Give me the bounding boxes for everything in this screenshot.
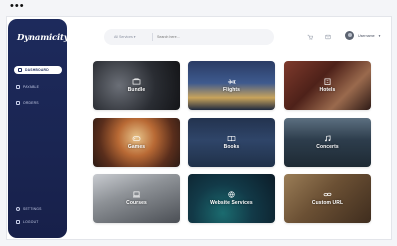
app-logo: Dynamicity <box>17 33 69 43</box>
service-filter-value: All Services <box>114 35 133 39</box>
card-label: Concerts <box>316 144 339 150</box>
category-card-bundle[interactable]: Bundle <box>93 61 180 110</box>
link-icon <box>323 192 332 197</box>
sidebar-item-label: ORDERS <box>23 101 39 105</box>
card-label: Bundle <box>127 87 146 93</box>
sidebar-item-orders[interactable]: ORDERS <box>16 99 62 107</box>
plane-icon <box>227 79 236 85</box>
card-label: Hotels <box>319 87 336 93</box>
card-label: Flights <box>222 87 241 93</box>
sidebar-item-label: SETTINGS <box>23 207 42 211</box>
sidebar-item-label: DASHBOARD <box>25 68 49 72</box>
card-label: Custom URL <box>311 200 344 206</box>
window-menu-dots[interactable]: ••• <box>10 1 25 12</box>
music-icon <box>325 135 331 142</box>
gear-icon <box>16 207 20 211</box>
sidebar-item-payable[interactable]: PAYABLE <box>16 83 62 91</box>
cart-icon[interactable] <box>307 34 313 40</box>
card-label: Website Services <box>210 200 253 206</box>
chevron-down-icon: ▾ <box>133 35 136 39</box>
avatar <box>345 31 354 40</box>
gamepad-icon <box>132 136 141 142</box>
card-label: Books <box>223 144 240 150</box>
sidebar-item-label: PAYABLE <box>23 85 40 89</box>
category-card-books[interactable]: Books <box>188 118 275 167</box>
category-card-games[interactable]: Games <box>93 118 180 167</box>
sidebar-item-settings[interactable]: SETTINGS <box>16 205 62 213</box>
category-card-website-services[interactable]: Website Services <box>188 174 275 223</box>
service-filter-dropdown[interactable]: All Services ▾ <box>104 35 148 39</box>
sidebar: Dynamicity DASHBOARD PAYABLE ORDERS SETT… <box>8 19 69 238</box>
sidebar-item-label: LOGOUT <box>23 220 39 224</box>
category-card-courses[interactable]: Courses <box>93 174 180 223</box>
search-input[interactable] <box>157 35 257 39</box>
user-profile[interactable]: Username ▾ <box>345 31 380 40</box>
book-icon <box>227 136 236 142</box>
list-icon <box>16 101 20 105</box>
laptop-icon <box>133 191 140 198</box>
message-icon[interactable] <box>325 34 331 40</box>
user-name: Username <box>358 33 375 38</box>
card-label: Courses <box>126 200 147 206</box>
sidebar-item-logout[interactable]: LOGOUT <box>16 218 62 226</box>
wallet-icon <box>16 85 20 89</box>
divider <box>152 33 153 41</box>
globe-icon <box>228 191 235 198</box>
category-card-hotels[interactable]: Hotels <box>284 61 371 110</box>
card-label: Games <box>127 144 146 150</box>
category-card-concerts[interactable]: Concerts <box>284 118 371 167</box>
grid-icon <box>18 68 22 72</box>
logout-icon <box>16 220 20 224</box>
category-card-custom-url[interactable]: Custom URL <box>284 174 371 223</box>
chevron-down-icon: ▾ <box>378 33 381 38</box>
category-card-flights[interactable]: Flights <box>188 61 275 110</box>
search-bar: All Services ▾ <box>104 29 274 45</box>
bundle-icon <box>132 78 141 85</box>
hotel-icon <box>324 78 331 85</box>
sidebar-item-dashboard[interactable]: DASHBOARD <box>14 66 62 74</box>
